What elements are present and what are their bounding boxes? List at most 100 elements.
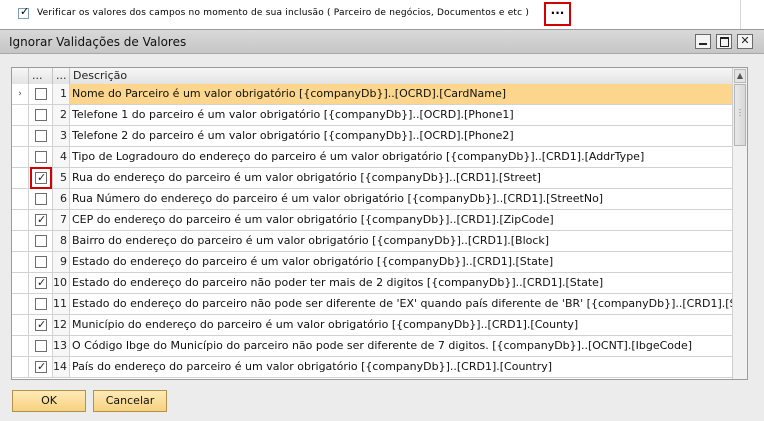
header-description[interactable]: Descrição [70,68,732,84]
row-indicator-icon: › [12,84,29,104]
row-indicator-cell [12,168,29,188]
row-checkbox-cell [29,189,53,209]
row-checkbox[interactable] [35,151,47,163]
row-checkbox-cell [29,252,53,272]
table-row[interactable]: 13 O Código Ibge do Município do parceir… [12,336,732,357]
row-checkbox[interactable] [35,298,47,310]
table-row[interactable]: ✓ 14 País do endereço do parceiro é um v… [12,357,732,378]
row-number: 5 [53,168,70,188]
row-checkbox-cell [29,105,53,125]
row-checkbox-cell: ✓ [29,210,53,230]
row-checkbox-cell: ✓ [29,273,53,293]
row-description[interactable]: Estado do endereço do parceiro não poder… [70,273,732,293]
row-description[interactable]: Município do endereço do parceiro é um v… [70,315,732,335]
row-number: 7 [53,210,70,230]
table-row[interactable]: 2 Telefone 1 do parceiro é um valor obri… [12,105,732,126]
table-row[interactable]: 9 Estado do endereço do parceiro é um va… [12,252,732,273]
table-row[interactable]: ✓ 12 Município do endereço do parceiro é… [12,315,732,336]
row-indicator-cell [12,105,29,125]
cancel-button[interactable]: Cancelar [93,390,167,412]
table-row[interactable]: ✓ 10 Estado do endereço do parceiro não … [12,273,732,294]
verify-values-checkbox[interactable]: ✓ [18,6,29,19]
row-checkbox-cell: ✓ [29,357,53,377]
row-indicator-cell [12,315,29,335]
row-checkbox[interactable] [35,88,47,100]
row-checkbox[interactable] [35,256,47,268]
row-description[interactable]: Nome do Parceiro é um valor obrigatório … [70,84,732,104]
minimize-icon [699,43,707,45]
row-description[interactable]: Telefone 1 do parceiro é um valor obriga… [70,105,732,125]
row-number: 2 [53,105,70,125]
row-checkbox[interactable]: ✓ [35,276,47,289]
row-indicator-cell [12,147,29,167]
row-number: 3 [53,126,70,146]
row-description[interactable]: Bairro do endereço do parceiro é um valo… [70,231,732,251]
row-checkbox-cell [29,294,53,314]
grid-rows: › 1 Nome do Parceiro é um valor obrigató… [12,84,732,378]
row-number: 11 [53,294,70,314]
table-row[interactable]: 6 Rua Número do endereço do parceiro é u… [12,189,732,210]
row-description[interactable]: Rua do endereço do parceiro é um valor o… [70,168,732,188]
scroll-up-arrow-icon[interactable]: ▲ [734,69,746,83]
row-description[interactable]: Estado do endereço do parceiro é um valo… [70,252,732,272]
row-checkbox[interactable]: ✓ [35,318,47,331]
row-checkbox[interactable] [35,340,47,352]
row-number: 14 [53,357,70,377]
row-checkbox[interactable] [35,235,47,247]
row-description[interactable]: Estado do endereço do parceiro não pode … [70,294,732,314]
header-number[interactable]: ... [53,68,70,84]
row-number: 6 [53,189,70,209]
divider [740,0,741,29]
table-row[interactable]: 8 Bairro do endereço do parceiro é um va… [12,231,732,252]
row-checkbox[interactable]: ✓ [35,360,47,373]
verify-values-label: Verificar os valores dos campos no momen… [37,8,530,18]
table-row[interactable]: 11 Estado do endereço do parceiro não po… [12,294,732,315]
table-row[interactable]: ✓ 5 Rua do endereço do parceiro é um val… [12,167,732,189]
row-description[interactable]: CEP do endereço do parceiro é um valor o… [70,210,732,230]
highlight-box [30,167,52,189]
row-checkbox[interactable]: ✓ [35,213,47,226]
more-options-button[interactable]: ··· [544,2,571,26]
title-bar[interactable]: Ignorar Validações de Valores ✕ [0,30,764,54]
table-row[interactable]: ✓ 7 CEP do endereço do parceiro é um val… [12,210,732,231]
checkmark-icon: ✓ [37,318,47,331]
header-check[interactable]: ... [29,68,53,84]
row-description[interactable]: Tipo de Logradouro do endereço do parcei… [70,147,732,167]
dialog-title: Ignorar Validações de Valores [9,35,187,49]
row-checkbox[interactable] [35,193,47,205]
vertical-scrollbar[interactable]: ▲ - - - [732,68,747,379]
row-description[interactable]: Telefone 2 do parceiro é um valor obriga… [70,126,732,146]
maximize-button[interactable] [716,34,732,49]
row-indicator-cell [12,231,29,251]
row-checkbox-cell [29,336,53,356]
table-row[interactable]: 4 Tipo de Logradouro do endereço do parc… [12,147,732,168]
table-row[interactable]: 3 Telefone 2 do parceiro é um valor obri… [12,126,732,147]
table-row[interactable]: › 1 Nome do Parceiro é um valor obrigató… [12,84,732,105]
row-number: 12 [53,315,70,335]
ellipsis-icon: ··· [550,6,565,20]
row-number: 1 [53,84,70,104]
row-description[interactable]: O Código Ibge do Município do parceiro n… [70,336,732,356]
checkmark-icon: ✓ [37,360,47,373]
row-number: 10 [53,273,70,293]
row-indicator-cell [12,210,29,230]
close-button[interactable]: ✕ [737,34,753,49]
ok-button[interactable]: OK [12,390,86,412]
minimize-button[interactable] [695,34,711,49]
row-checkbox[interactable] [35,130,47,142]
maximize-icon [720,37,729,47]
row-checkbox-cell [29,231,53,251]
row-indicator-cell [12,357,29,377]
row-indicator-cell [12,126,29,146]
row-checkbox-cell [29,126,53,146]
scroll-thumb[interactable]: - - - [734,84,746,146]
row-checkbox[interactable] [35,109,47,121]
row-indicator-cell [12,336,29,356]
row-description[interactable]: País do endereço do parceiro é um valor … [70,357,732,377]
header-indicator [12,68,29,84]
checkmark-icon: ✓ [37,276,47,289]
row-checkbox-cell [29,147,53,167]
row-number: 4 [53,147,70,167]
row-indicator-cell [12,294,29,314]
row-description[interactable]: Rua Número do endereço do parceiro é um … [70,189,732,209]
